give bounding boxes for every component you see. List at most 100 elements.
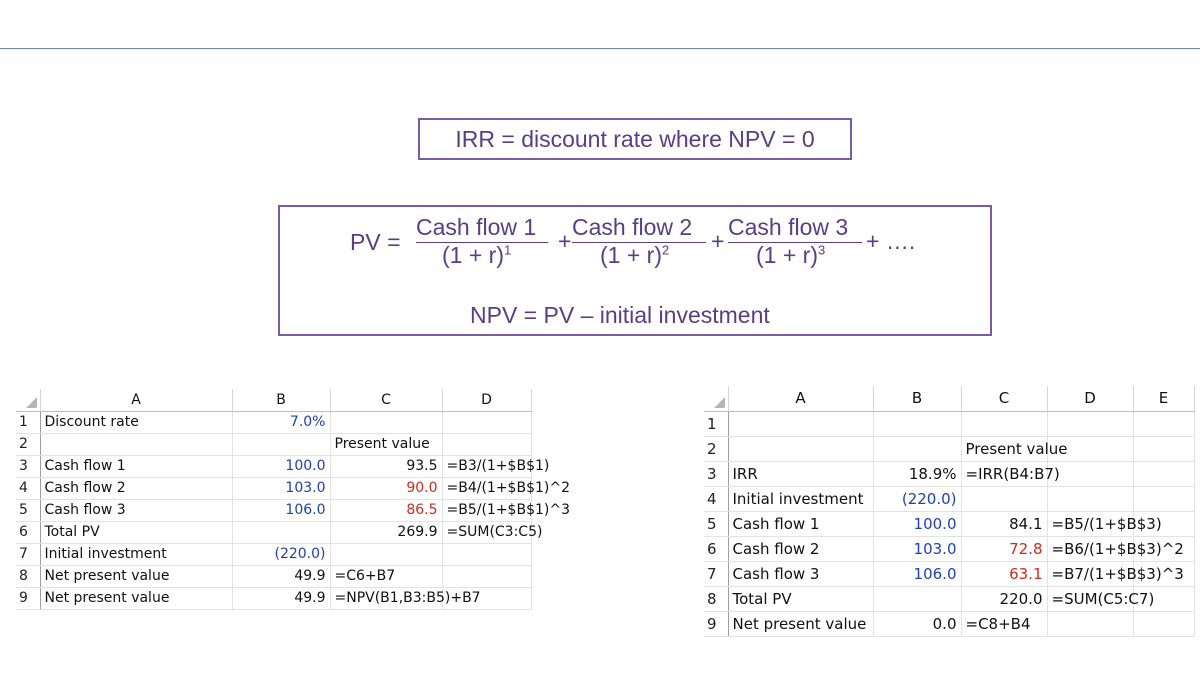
cell-d8[interactable] <box>442 565 532 588</box>
cell-a6[interactable]: Cash flow 2 <box>728 536 874 562</box>
row-header[interactable]: 6 <box>16 521 41 544</box>
cell-a2[interactable] <box>40 433 233 456</box>
cell-b2[interactable] <box>232 433 331 456</box>
cell-a5[interactable]: Cash flow 1 <box>728 511 874 537</box>
cell-b6[interactable] <box>232 521 331 544</box>
cell-b7[interactable]: 106.0 <box>873 561 962 587</box>
cell-c8[interactable]: 220.0 <box>961 586 1048 612</box>
cell-c9[interactable]: =NPV(B1,B3:B5)+B7 <box>330 587 481 610</box>
row-header[interactable]: 5 <box>16 499 41 522</box>
column-header-c[interactable]: C <box>330 389 443 412</box>
column-header-c[interactable]: C <box>961 386 1048 412</box>
cell-d5[interactable]: =B5/(1+$B$1)^3 <box>442 499 570 522</box>
cell-e9[interactable] <box>1133 611 1195 637</box>
cell-a1[interactable] <box>728 411 874 437</box>
cell-c1[interactable] <box>330 411 443 434</box>
row-header[interactable]: 3 <box>704 461 729 487</box>
row-header[interactable]: 8 <box>16 565 41 588</box>
cell-a4[interactable]: Cash flow 2 <box>40 477 233 500</box>
cell-c6[interactable]: 72.8 <box>961 536 1048 562</box>
cell-c6[interactable]: 269.9 <box>330 521 443 544</box>
cell-a5[interactable]: Cash flow 3 <box>40 499 233 522</box>
cell-d7[interactable]: =B7/(1+$B$3)^3 <box>1047 561 1184 587</box>
row-header[interactable]: 5 <box>704 511 729 537</box>
column-header-d[interactable]: D <box>1047 386 1134 412</box>
cell-b4[interactable]: (220.0) <box>873 486 962 512</box>
cell-d6[interactable]: =B6/(1+$B$3)^2 <box>1047 536 1184 562</box>
cell-b7[interactable]: (220.0) <box>232 543 331 566</box>
cell-d5[interactable]: =B5/(1+$B$3) <box>1047 511 1162 537</box>
cell-c8[interactable]: =C6+B7 <box>330 565 443 588</box>
cell-c2[interactable]: Present value <box>330 433 443 456</box>
row-header[interactable]: 7 <box>16 543 41 566</box>
column-header-b[interactable]: B <box>873 386 962 412</box>
cell-d1[interactable] <box>442 411 532 434</box>
row-header[interactable]: 2 <box>704 436 729 462</box>
cell-a3[interactable]: IRR <box>728 461 874 487</box>
select-all-corner[interactable] <box>16 389 41 412</box>
column-header-a[interactable]: A <box>40 389 233 412</box>
column-header-e[interactable]: E <box>1133 386 1195 412</box>
cell-e2[interactable] <box>1133 436 1195 462</box>
cell-a9[interactable]: Net present value <box>728 611 874 637</box>
cell-d6[interactable]: =SUM(C3:C5) <box>442 521 542 544</box>
row-header[interactable]: 4 <box>704 486 729 512</box>
cell-d9[interactable] <box>1047 611 1134 637</box>
cell-d7[interactable] <box>442 543 532 566</box>
cell-c4[interactable] <box>961 486 1048 512</box>
select-all-corner[interactable] <box>704 386 729 412</box>
cell-b9[interactable]: 49.9 <box>232 587 331 610</box>
column-header-d[interactable]: D <box>442 389 532 412</box>
row-header[interactable]: 9 <box>16 587 41 610</box>
cell-b6[interactable]: 103.0 <box>873 536 962 562</box>
cell-d4[interactable] <box>1047 486 1134 512</box>
cell-b3[interactable]: 100.0 <box>232 455 331 478</box>
cell-b8[interactable]: 49.9 <box>232 565 331 588</box>
row-header[interactable]: 3 <box>16 455 41 478</box>
column-header-b[interactable]: B <box>232 389 331 412</box>
cell-d1[interactable] <box>1047 411 1134 437</box>
row-header[interactable]: 7 <box>704 561 729 587</box>
cell-e3[interactable] <box>1133 461 1195 487</box>
cell-d3[interactable]: =B3/(1+$B$1) <box>442 455 549 478</box>
cell-b2[interactable] <box>873 436 962 462</box>
row-header[interactable]: 9 <box>704 611 729 637</box>
cell-b1[interactable]: 7.0% <box>232 411 331 434</box>
column-header-a[interactable]: A <box>728 386 874 412</box>
cell-d8[interactable]: =SUM(C5:C7) <box>1047 586 1154 612</box>
cell-a7[interactable]: Initial investment <box>40 543 233 566</box>
cell-b8[interactable] <box>873 586 962 612</box>
cell-a8[interactable]: Total PV <box>728 586 874 612</box>
cell-c7[interactable] <box>330 543 443 566</box>
cell-b1[interactable] <box>873 411 962 437</box>
cell-b3[interactable]: 18.9% <box>873 461 962 487</box>
row-header[interactable]: 1 <box>16 411 41 434</box>
cell-c3[interactable]: 93.5 <box>330 455 443 478</box>
cell-d4[interactable]: =B4/(1+$B$1)^2 <box>442 477 570 500</box>
cell-a2[interactable] <box>728 436 874 462</box>
cell-c7[interactable]: 63.1 <box>961 561 1048 587</box>
cell-c5[interactable]: 84.1 <box>961 511 1048 537</box>
cell-a8[interactable]: Net present value <box>40 565 233 588</box>
cell-c3[interactable]: =IRR(B4:B7) <box>961 461 1060 487</box>
cell-e1[interactable] <box>1133 411 1195 437</box>
cell-c5[interactable]: 86.5 <box>330 499 443 522</box>
cell-c1[interactable] <box>961 411 1048 437</box>
cell-d3[interactable] <box>1047 461 1134 487</box>
cell-e4[interactable] <box>1133 486 1195 512</box>
cell-a6[interactable]: Total PV <box>40 521 233 544</box>
cell-a9[interactable]: Net present value <box>40 587 233 610</box>
cell-a7[interactable]: Cash flow 3 <box>728 561 874 587</box>
cell-a4[interactable]: Initial investment <box>728 486 874 512</box>
row-header[interactable]: 6 <box>704 536 729 562</box>
row-header[interactable]: 4 <box>16 477 41 500</box>
cell-c2[interactable]: Present value <box>961 436 1068 462</box>
cell-b5[interactable]: 100.0 <box>873 511 962 537</box>
row-header[interactable]: 2 <box>16 433 41 456</box>
cell-a3[interactable]: Cash flow 1 <box>40 455 233 478</box>
cell-c9[interactable]: =C8+B4 <box>961 611 1048 637</box>
row-header[interactable]: 1 <box>704 411 729 437</box>
cell-c4[interactable]: 90.0 <box>330 477 443 500</box>
cell-d2[interactable] <box>442 433 532 456</box>
row-header[interactable]: 8 <box>704 586 729 612</box>
